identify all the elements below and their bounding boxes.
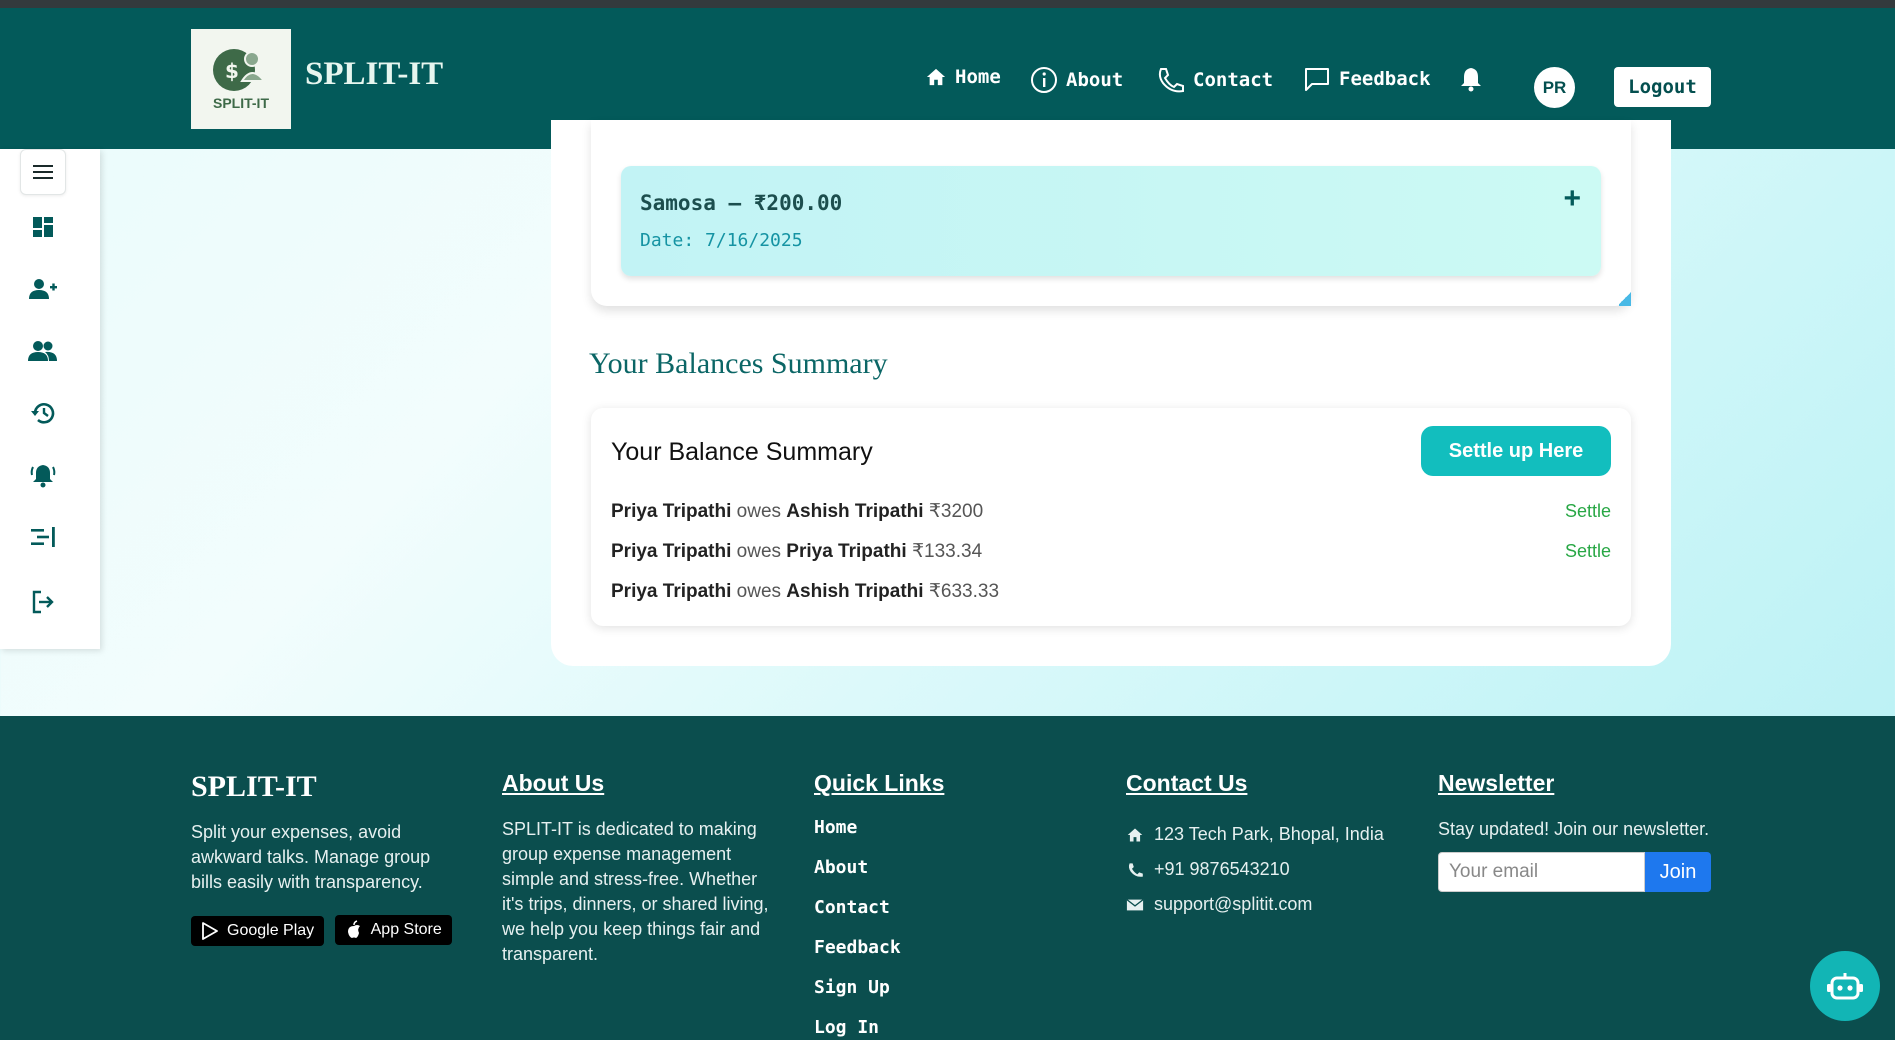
home-icon bbox=[1127, 827, 1143, 842]
contact-phone: +91 9876543210 bbox=[1126, 852, 1396, 887]
bell-icon[interactable] bbox=[1459, 66, 1483, 97]
nav-home-label: Home bbox=[955, 66, 1001, 88]
expense-date: Date: 7/16/2025 bbox=[640, 230, 803, 251]
google-play-label: Google Play bbox=[227, 922, 315, 939]
address-text: 123 Tech Park, Bhopal, India bbox=[1154, 824, 1384, 844]
footer-brand: SPLIT-IT bbox=[191, 770, 317, 803]
nav-home[interactable]: Home bbox=[925, 66, 1001, 88]
phone-icon bbox=[1128, 862, 1143, 877]
settle-link[interactable]: Settle bbox=[1565, 541, 1611, 562]
avatar[interactable]: PR bbox=[1534, 67, 1575, 108]
nav-feedback[interactable]: Feedback bbox=[1303, 66, 1431, 92]
footer-link-feedback[interactable]: Feedback bbox=[814, 937, 1074, 977]
nav-contact[interactable]: Contact bbox=[1155, 66, 1273, 94]
newsletter-heading: Newsletter bbox=[1438, 770, 1555, 796]
footer-link-signup[interactable]: Sign Up bbox=[814, 977, 1074, 1017]
settle-up-button[interactable]: Settle up Here bbox=[1421, 426, 1611, 476]
dashboard-icon[interactable] bbox=[20, 204, 66, 250]
nav-feedback-label: Feedback bbox=[1339, 68, 1431, 90]
settle-link[interactable]: Settle bbox=[1565, 501, 1611, 522]
owes-word: owes bbox=[736, 541, 782, 562]
browser-top-strip bbox=[0, 0, 1895, 8]
creditor-name: Priya Tripathi bbox=[786, 541, 907, 562]
balance-card-title: Your Balance Summary bbox=[611, 438, 873, 466]
site-footer: SPLIT-IT Split your expenses, avoid awkw… bbox=[0, 716, 1895, 1040]
logo[interactable]: $ SPLIT-IT bbox=[191, 29, 291, 129]
svg-text:$: $ bbox=[225, 59, 239, 83]
footer-link-login[interactable]: Log In bbox=[814, 1017, 1074, 1040]
google-play-icon bbox=[202, 922, 218, 940]
nav-about[interactable]: About bbox=[1030, 66, 1123, 94]
sidebar bbox=[0, 149, 100, 649]
menu-icon[interactable] bbox=[20, 149, 66, 195]
brand-name[interactable]: SPLIT-IT bbox=[305, 56, 443, 93]
balance-row: Priya Tripathi owes Ashish Tripathi ₹320… bbox=[611, 500, 983, 523]
envelope-icon bbox=[1126, 898, 1144, 910]
email-text: support@splitit.com bbox=[1154, 894, 1313, 914]
footer-tagline: Split your expenses, avoid awkward talks… bbox=[191, 822, 431, 892]
balance-row: Priya Tripathi owes Priya Tripathi ₹133.… bbox=[611, 540, 982, 563]
scroll-corner bbox=[1619, 290, 1631, 306]
group-icon[interactable] bbox=[20, 328, 66, 374]
newsletter-email-input[interactable]: Your email bbox=[1438, 852, 1645, 892]
chat-icon bbox=[1305, 68, 1329, 91]
creditor-name: Ashish Tripathi bbox=[786, 581, 924, 602]
add-user-icon[interactable] bbox=[20, 266, 66, 312]
balance-row: Priya Tripathi owes Ashish Tripathi ₹633… bbox=[611, 580, 999, 603]
info-icon bbox=[1031, 67, 1057, 93]
home-icon bbox=[926, 68, 946, 86]
about-us-heading: About Us bbox=[502, 770, 605, 796]
apple-icon bbox=[347, 920, 360, 938]
footer-contact-column: Contact Us 123 Tech Park, Bhopal, India … bbox=[1126, 770, 1396, 922]
footer-brand-column: SPLIT-IT Split your expenses, avoid awkw… bbox=[191, 770, 466, 946]
nav-about-label: About bbox=[1066, 69, 1124, 91]
debtor-name: Priya Tripathi bbox=[611, 581, 732, 602]
footer-link-about[interactable]: About bbox=[814, 857, 1074, 897]
debtor-name: Priya Tripathi bbox=[611, 501, 732, 522]
phone-text: +91 9876543210 bbox=[1154, 859, 1290, 879]
footer-about-column: About Us SPLIT-IT is dedicated to making… bbox=[502, 770, 782, 967]
owes-word: owes bbox=[736, 581, 782, 602]
footer-link-home[interactable]: Home bbox=[814, 817, 1074, 857]
phone-icon bbox=[1158, 68, 1184, 93]
balance-summary-card: Your Balance Summary Settle up Here Priy… bbox=[591, 408, 1631, 626]
footer-quick-links-column: Quick Links Home About Contact Feedback … bbox=[814, 770, 1074, 1040]
chatbot-icon[interactable] bbox=[1810, 951, 1880, 1021]
money-group-icon: $ bbox=[213, 49, 267, 91]
history-icon[interactable] bbox=[20, 390, 66, 436]
logout-icon[interactable] bbox=[20, 579, 66, 625]
collapse-sidebar-icon[interactable] bbox=[20, 514, 66, 560]
expense-item[interactable]: Samosa — ₹200.00 Date: 7/16/2025 + bbox=[621, 166, 1601, 276]
balances-section-title: Your Balances Summary bbox=[589, 347, 888, 380]
notification-active-icon[interactable] bbox=[20, 452, 66, 498]
google-play-badge[interactable]: Google Play bbox=[191, 916, 325, 946]
footer-newsletter-column: Newsletter Stay updated! Join our newsle… bbox=[1438, 770, 1718, 892]
about-us-text: SPLIT-IT is dedicated to making group ex… bbox=[502, 819, 769, 964]
contact-us-heading: Contact Us bbox=[1126, 770, 1248, 796]
owes-word: owes bbox=[736, 501, 782, 522]
contact-email: support@splitit.com bbox=[1126, 887, 1396, 922]
footer-link-contact[interactable]: Contact bbox=[814, 897, 1074, 937]
join-button[interactable]: Join bbox=[1645, 852, 1711, 892]
debtor-name: Priya Tripathi bbox=[611, 541, 732, 562]
logout-button[interactable]: Logout bbox=[1614, 67, 1711, 107]
quick-links-heading: Quick Links bbox=[814, 770, 945, 796]
contact-address: 123 Tech Park, Bhopal, India bbox=[1126, 817, 1396, 852]
expand-icon[interactable]: + bbox=[1563, 182, 1581, 216]
newsletter-text: Stay updated! Join our newsletter. bbox=[1438, 819, 1710, 839]
balance-amount: ₹3200 bbox=[928, 501, 984, 522]
app-store-badge[interactable]: App Store bbox=[334, 915, 452, 945]
nav-contact-label: Contact bbox=[1193, 69, 1274, 91]
app-store-label: App Store bbox=[370, 921, 442, 938]
balance-amount: ₹133.34 bbox=[911, 541, 983, 562]
logo-text: SPLIT-IT bbox=[213, 95, 269, 111]
expense-title: Samosa — ₹200.00 bbox=[640, 191, 843, 215]
creditor-name: Ashish Tripathi bbox=[786, 501, 924, 522]
balance-amount: ₹633.33 bbox=[928, 581, 1000, 602]
